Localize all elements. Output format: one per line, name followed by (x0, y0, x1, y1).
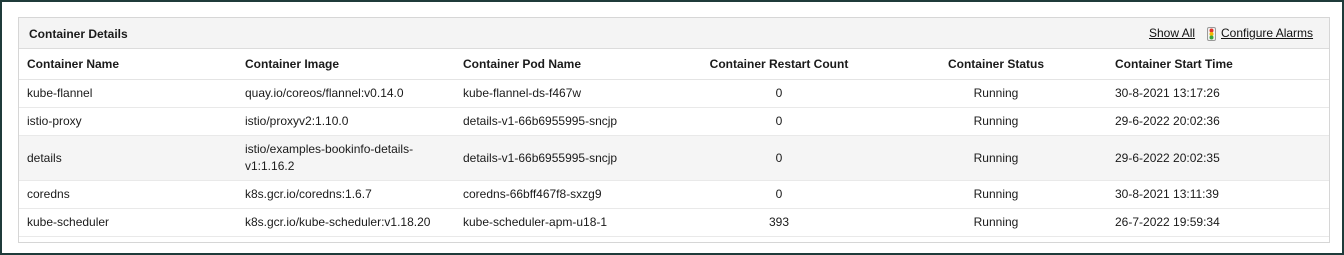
cell-start-time: 29-6-2022 20:02:35 (1107, 135, 1329, 181)
column-header-restart-count[interactable]: Container Restart Count (673, 49, 885, 80)
cell-restarts: 0 (673, 107, 885, 136)
column-header-image[interactable]: Container Image (237, 49, 455, 80)
cell-image: istio/examples-bookinfo-details-v1:1.16.… (237, 135, 455, 181)
cell-pod: details-v1-66b6955995-sncjp (455, 107, 673, 136)
traffic-light-icon[interactable] (1207, 27, 1216, 41)
show-all-link[interactable]: Show All (1149, 26, 1195, 40)
cell-image: quay.io/coreos/flannel:v0.14.0 (237, 79, 455, 108)
cell-restarts: 0 (673, 135, 885, 181)
cell-pod: kube-scheduler-apm-u18-1 (455, 208, 673, 237)
cell-status: Running (885, 135, 1107, 181)
column-header-pod[interactable]: Container Pod Name (455, 49, 673, 80)
table-row[interactable]: coredns k8s.gcr.io/coredns:1.6.7 coredns… (19, 180, 1329, 209)
cell-status: Running (885, 107, 1107, 136)
cell-restarts: 0 (673, 180, 885, 209)
column-header-name[interactable]: Container Name (19, 49, 237, 80)
cell-name: kube-flannel (19, 79, 237, 108)
cell-start-time: 26-7-2022 19:59:34 (1107, 208, 1329, 237)
column-header-start-time[interactable]: Container Start Time (1107, 49, 1329, 80)
cell-restarts: 393 (673, 208, 885, 237)
table-row[interactable]: istio-proxy istio/proxyv2:1.10.0 details… (19, 107, 1329, 136)
cell-image: istio/proxyv2:1.10.0 (237, 107, 455, 136)
cell-start-time: 29-6-2022 20:02:36 (1107, 107, 1329, 136)
panel-title: Container Details (29, 27, 128, 41)
cell-pod: coredns-66bff467f8-sxzg9 (455, 180, 673, 209)
table-row[interactable]: details istio/examples-bookinfo-details-… (19, 135, 1329, 181)
window-frame: Container Details Show All Configure Ala… (0, 0, 1344, 255)
cell-start-time: 30-8-2021 13:17:26 (1107, 79, 1329, 108)
configure-alarms-link[interactable]: Configure Alarms (1221, 26, 1313, 40)
cell-status: Running (885, 208, 1107, 237)
cell-pod: details-v1-66b6955995-sncjp (455, 135, 673, 181)
cell-status: Running (885, 79, 1107, 108)
cell-start-time: 30-8-2021 13:11:39 (1107, 180, 1329, 209)
cell-name: coredns (19, 180, 237, 209)
cell-name: details (19, 135, 237, 181)
cell-name: istio-proxy (19, 107, 237, 136)
column-header-status[interactable]: Container Status (885, 49, 1107, 80)
table-row[interactable]: kube-scheduler k8s.gcr.io/kube-scheduler… (19, 208, 1329, 237)
cell-pod: kube-flannel-ds-f467w (455, 79, 673, 108)
container-details-panel: Container Details Show All Configure Ala… (18, 17, 1330, 243)
cell-status: Running (885, 180, 1107, 209)
table-row[interactable]: kube-flannel quay.io/coreos/flannel:v0.1… (19, 79, 1329, 108)
cell-restarts: 0 (673, 79, 885, 108)
cell-name: kube-scheduler (19, 208, 237, 237)
cell-image: k8s.gcr.io/kube-scheduler:v1.18.20 (237, 208, 455, 237)
cell-image: k8s.gcr.io/coredns:1.6.7 (237, 180, 455, 209)
container-table: Container Name Container Image Container… (19, 49, 1329, 237)
table-header-row: Container Name Container Image Container… (19, 49, 1329, 80)
panel-header: Container Details Show All Configure Ala… (19, 18, 1329, 49)
